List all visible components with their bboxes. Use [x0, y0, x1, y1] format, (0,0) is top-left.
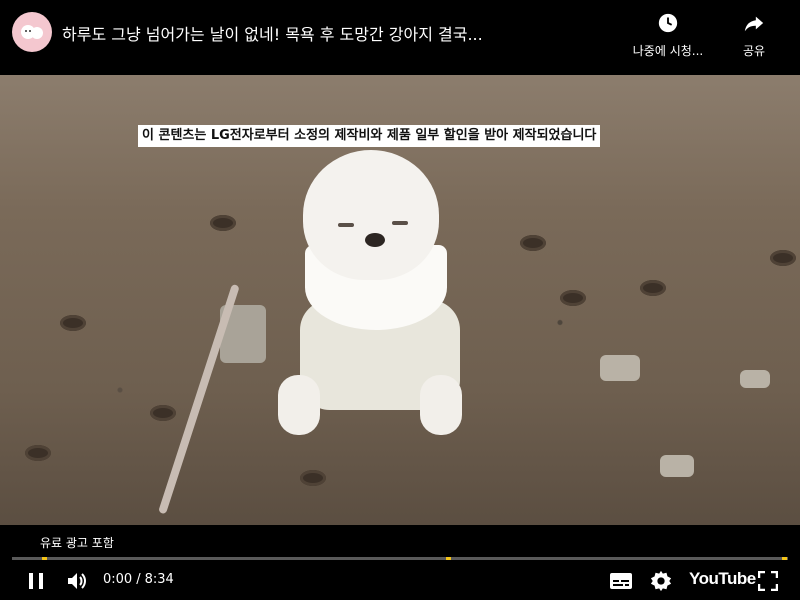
fullscreen-button[interactable] — [756, 569, 780, 593]
progress-bar[interactable] — [12, 557, 788, 560]
ad-marker — [782, 557, 787, 560]
youtube-logo[interactable]: YouTube — [689, 569, 756, 589]
player-controls: 유료 광고 포함 0:00/8:34 YouTube — [0, 525, 800, 600]
dog-leg — [278, 375, 320, 435]
pinecone — [25, 445, 51, 461]
pinecone — [640, 280, 666, 296]
pinecone — [210, 215, 236, 231]
ad-marker — [42, 557, 47, 560]
channel-avatar[interactable] — [12, 12, 52, 52]
paid-promotion-notice: 유료 광고 포함 — [40, 536, 114, 550]
pinecone — [520, 235, 546, 251]
time-display: 0:00/8:34 — [103, 572, 178, 587]
pinecone — [150, 405, 176, 421]
stone — [600, 355, 640, 381]
time-separator: / — [136, 572, 141, 587]
pinecone — [300, 470, 326, 486]
dog-logo-icon — [21, 25, 43, 39]
volume-button[interactable] — [64, 568, 90, 594]
video-frame[interactable]: 이 콘텐츠는 LG전자로부터 소정의 제작비와 제품 일부 할인을 받아 제작되… — [0, 75, 800, 525]
dog-nose — [365, 233, 385, 247]
dog-eye — [338, 223, 354, 227]
gear-icon — [650, 570, 672, 592]
video-header: 하루도 그냥 넘어가는 날이 없네! 목욕 후 도망간 강아지 결국... 나중… — [0, 0, 800, 75]
pinecone — [560, 290, 586, 306]
dog-leash — [158, 283, 240, 515]
pinecone — [60, 315, 86, 331]
fullscreen-icon — [758, 571, 778, 591]
pinecone — [770, 250, 796, 266]
volume-icon — [68, 573, 86, 589]
share-arrow-icon — [744, 16, 764, 32]
dog-eye — [392, 221, 408, 225]
share-label: 공유 — [742, 44, 766, 58]
dog-leg — [420, 375, 462, 435]
dog-head — [303, 150, 439, 280]
stone — [660, 455, 694, 477]
clock-icon — [658, 13, 678, 33]
current-time: 0:00 — [103, 572, 133, 587]
stone — [740, 370, 770, 388]
captions-button[interactable] — [608, 569, 634, 593]
pause-icon — [29, 573, 43, 589]
share-button[interactable]: 공유 — [734, 12, 774, 59]
duration: 8:34 — [144, 572, 174, 587]
watch-later-label: 나중에 시청... — [632, 44, 704, 58]
captions-icon — [610, 573, 632, 589]
watch-later-button[interactable]: 나중에 시청... — [630, 12, 706, 59]
video-subtitle: 이 콘텐츠는 LG전자로부터 소정의 제작비와 제품 일부 할인을 받아 제작되… — [138, 125, 601, 147]
pause-button[interactable] — [24, 569, 48, 593]
settings-button[interactable] — [648, 568, 674, 594]
video-title[interactable]: 하루도 그냥 넘어가는 날이 없네! 목욕 후 도망간 강아지 결국... — [62, 21, 532, 45]
ad-marker — [446, 557, 451, 560]
